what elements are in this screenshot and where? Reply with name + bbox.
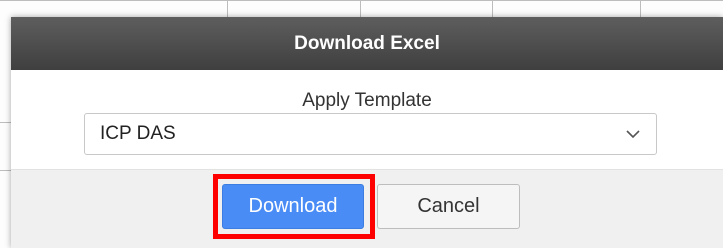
background-table-divider xyxy=(640,0,641,17)
dialog-title: Download Excel xyxy=(294,32,440,54)
background-table-divider xyxy=(227,0,228,17)
background-table-divider xyxy=(360,0,361,17)
template-select[interactable]: ICP DAS xyxy=(84,113,657,155)
background-table-divider xyxy=(492,0,493,17)
background-table-divider xyxy=(0,170,11,171)
background-table-divider xyxy=(0,0,723,1)
template-select-value: ICP DAS xyxy=(100,123,176,144)
download-button[interactable]: Download xyxy=(222,184,364,229)
chevron-down-icon xyxy=(626,127,640,141)
dialog-header: Download Excel xyxy=(11,17,723,70)
dialog-footer: Download Cancel xyxy=(11,169,723,248)
download-excel-dialog: Download Excel Apply Template ICP DAS Do… xyxy=(11,17,723,248)
background-table-divider xyxy=(0,122,11,123)
cancel-button[interactable]: Cancel xyxy=(377,184,520,229)
apply-template-label: Apply Template xyxy=(302,90,432,111)
screen: Download Excel Apply Template ICP DAS Do… xyxy=(0,0,723,248)
